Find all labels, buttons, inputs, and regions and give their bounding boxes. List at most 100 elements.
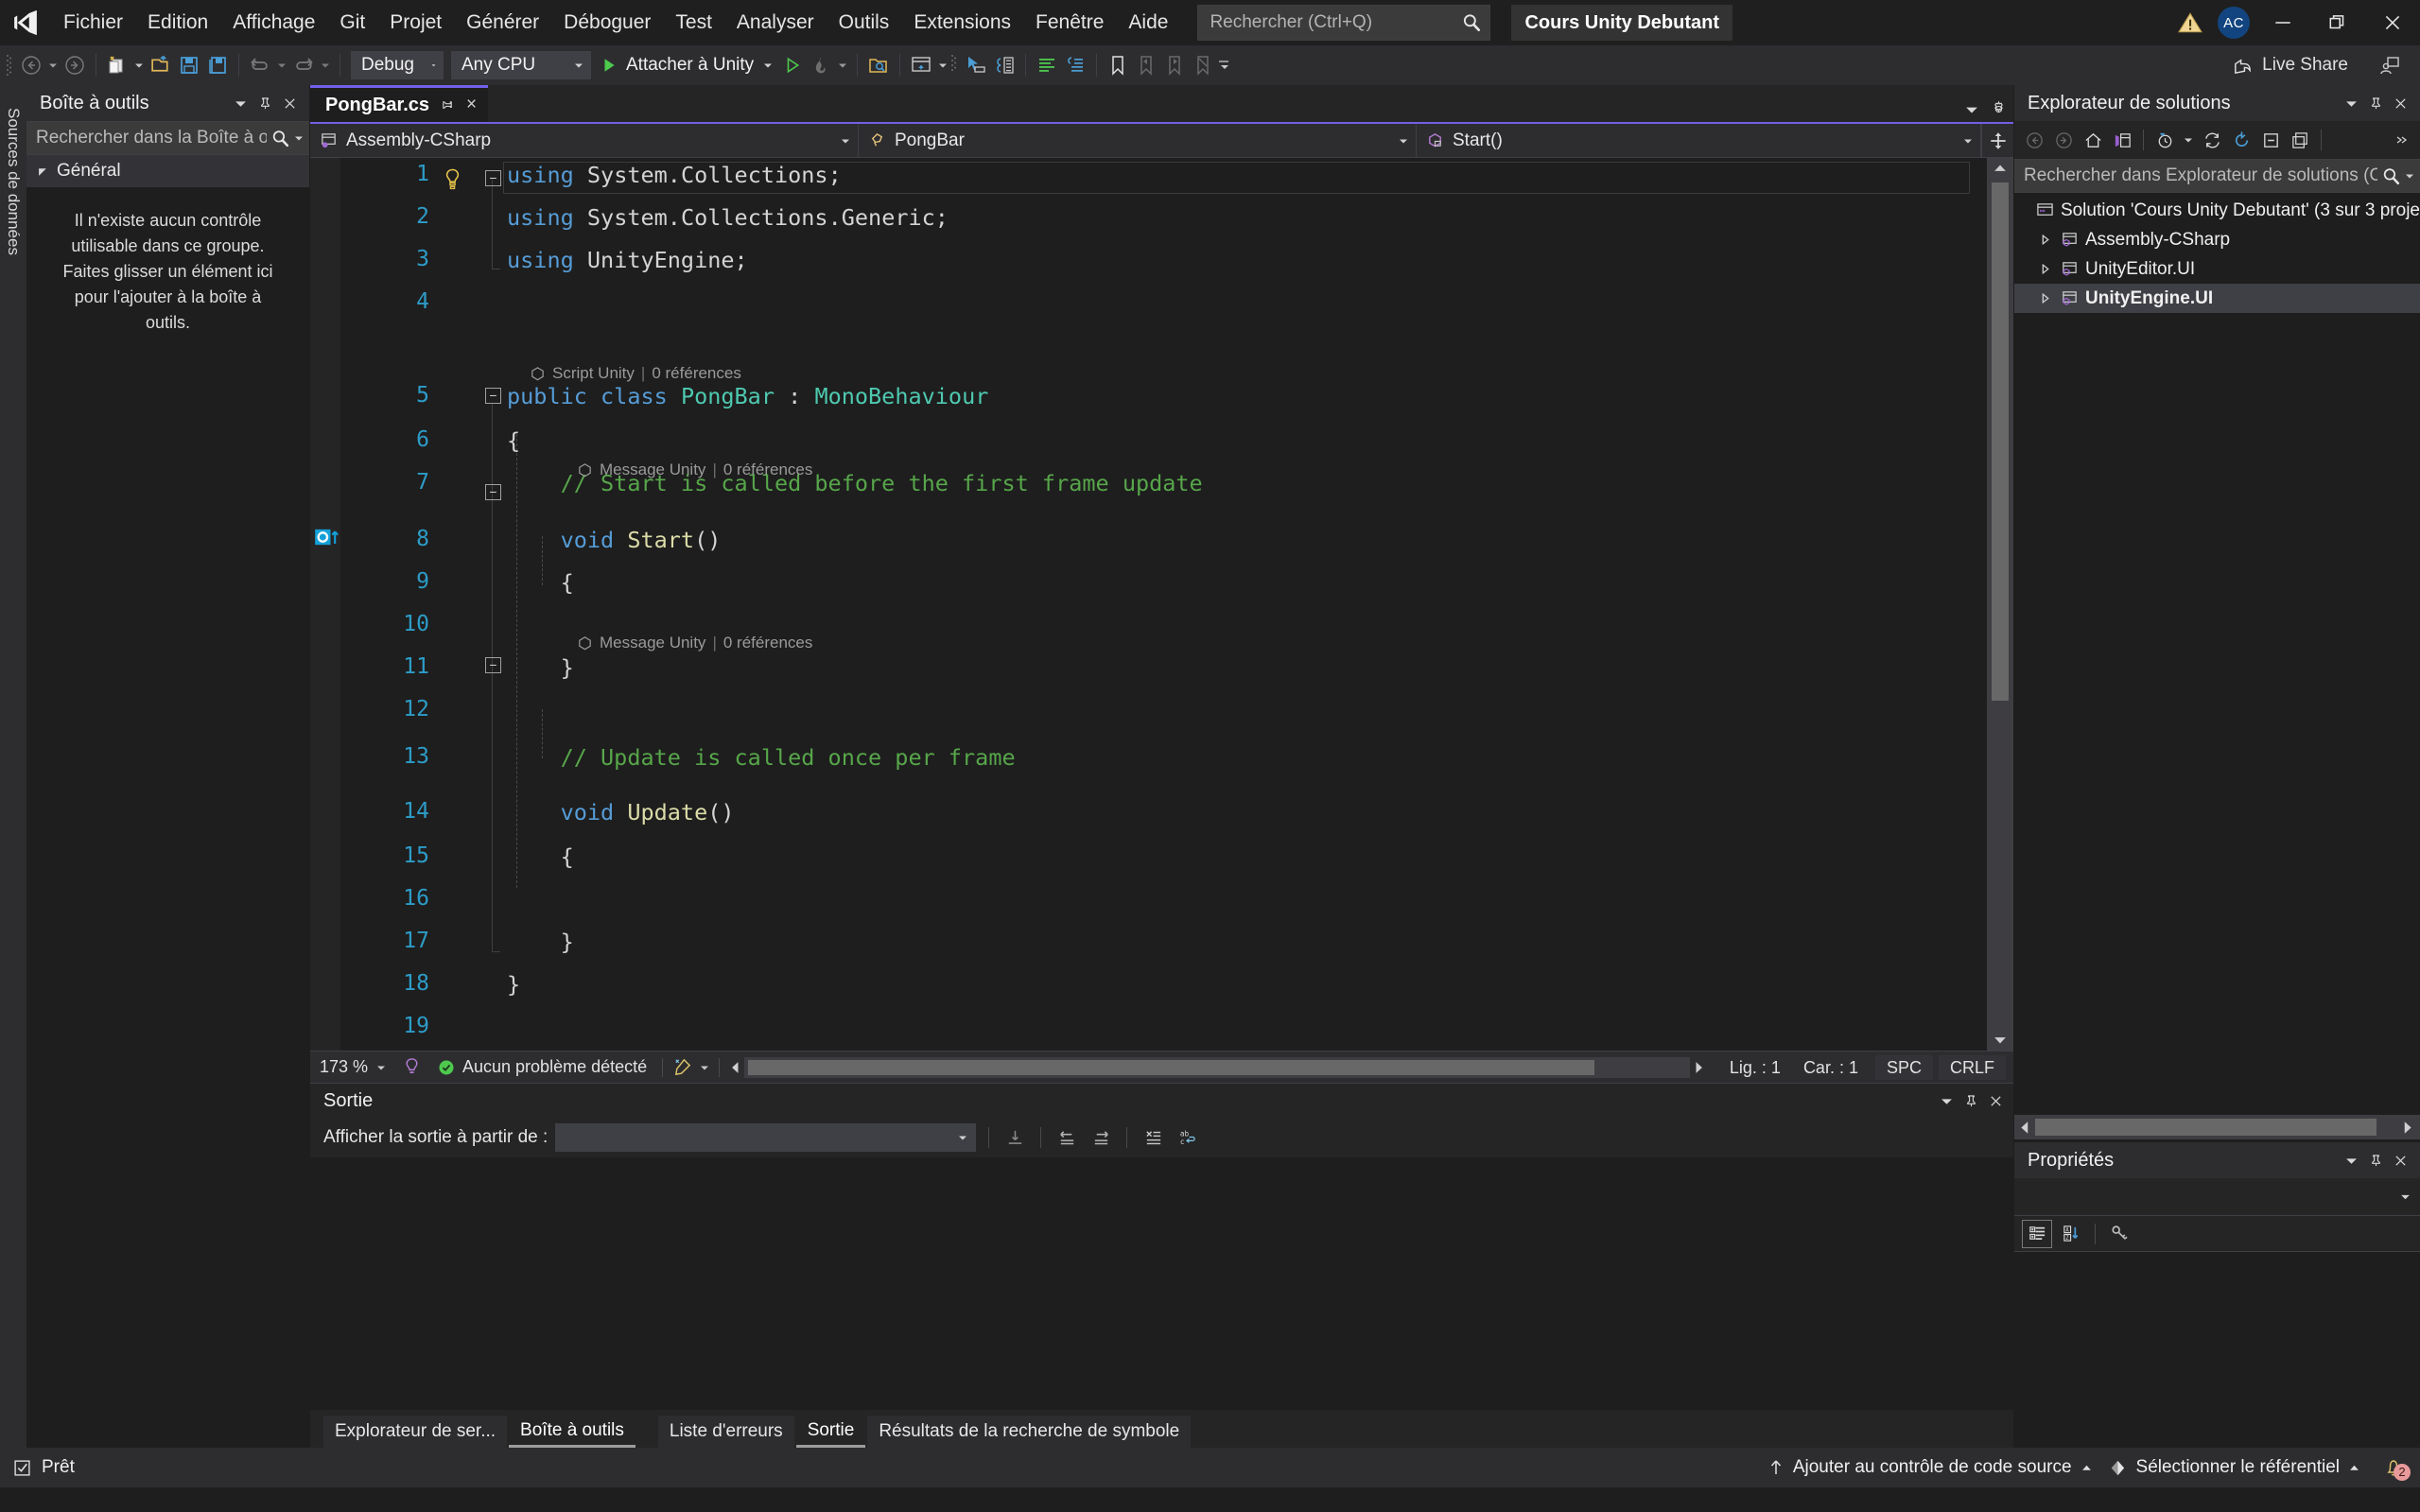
next-bookmark-icon[interactable] [1160, 49, 1189, 81]
navbar-member-dropdown[interactable]: Start() [1417, 124, 1981, 157]
tab-sortie[interactable]: Sortie [795, 1416, 866, 1448]
menu-aide[interactable]: Aide [1116, 0, 1180, 45]
fold-box-line8[interactable]: − [485, 484, 501, 500]
hot-reload-icon[interactable] [807, 49, 835, 81]
comment-lines-icon[interactable] [1033, 49, 1061, 81]
navbar-member-caret-icon[interactable] [1963, 136, 1973, 146]
document-tab-pongbar[interactable]: PongBar.cs × [310, 85, 489, 122]
codelens-message-unity-update[interactable]: Message Unity | 0 références [577, 634, 812, 652]
previous-message-icon[interactable] [1053, 1123, 1080, 1152]
properties-menu-icon[interactable] [2339, 1147, 2363, 1173]
se-back-icon[interactable] [2020, 125, 2048, 155]
toolbox-menu-icon[interactable] [228, 90, 252, 116]
solution-explorer-hscrollbar[interactable] [2014, 1115, 2420, 1139]
editor-vertical-scrollbar[interactable] [1987, 158, 2013, 1051]
intellicode-icon[interactable] [403, 1057, 421, 1077]
toolbox-close-icon[interactable] [277, 90, 302, 116]
se-refresh-icon[interactable] [2227, 125, 2255, 155]
code-cleanup-dropdown-icon[interactable] [700, 1063, 709, 1072]
toolbox-search-dropdown-icon[interactable] [294, 133, 304, 143]
scroll-down-arrow-icon[interactable] [1987, 1030, 2013, 1051]
se-switch-views-icon[interactable] [2108, 125, 2136, 155]
select-repository-button[interactable]: Sélectionner le référentiel [2109, 1457, 2359, 1478]
code-line[interactable]: { [507, 569, 574, 596]
hot-reload-dropdown[interactable] [835, 49, 850, 81]
code-cleanup-icon[interactable] [672, 1057, 692, 1077]
tab-explorateur-de-serveurs[interactable]: Explorateur de ser... [323, 1416, 508, 1448]
toggle-bookmark-icon[interactable] [1104, 49, 1132, 81]
live-share-button[interactable]: Live Share [2232, 45, 2348, 85]
solution-tree-node[interactable]: Solution 'Cours Unity Debutant' (3 sur 3… [2014, 196, 2420, 225]
solution-tree-node[interactable]: UnityEngine.UI [2014, 284, 2420, 313]
word-wrap-icon[interactable]: ab c [1174, 1123, 1200, 1152]
go-to-definition-icon[interactable] [962, 49, 990, 81]
close-button[interactable] [2365, 0, 2420, 45]
window-layout-icon[interactable] [907, 49, 935, 81]
warning-icon[interactable] [2168, 0, 2212, 45]
toolbar-overflow-button[interactable] [1217, 49, 1232, 81]
line-ending-indicator[interactable]: CRLF [1938, 1054, 2006, 1080]
code-editor[interactable]: 1 using System.Collections; 2 using System.… [310, 158, 2013, 1051]
navigate-backward-button[interactable] [17, 49, 45, 81]
navigate-forward-button[interactable] [61, 49, 89, 81]
next-message-icon[interactable] [1088, 1123, 1114, 1152]
menu-test[interactable]: Test [663, 0, 724, 45]
editor-zoom-combo[interactable]: 173 % [310, 1057, 403, 1077]
tab-boite-a-outils[interactable]: Boîte à outils [509, 1416, 635, 1448]
navbar-project-dropdown[interactable]: Assembly-CSharp [310, 124, 859, 157]
code-line[interactable]: } [507, 654, 574, 681]
new-project-icon[interactable] [103, 49, 131, 81]
properties-categorized-icon[interactable] [2022, 1219, 2052, 1248]
se-pending-changes-icon[interactable] [2150, 125, 2179, 155]
toolbox-group-general[interactable]: Général [26, 155, 309, 187]
redo-icon[interactable] [289, 49, 318, 81]
output-close-icon[interactable] [1983, 1087, 2008, 1114]
code-line[interactable]: } [507, 971, 520, 998]
search-input[interactable] [1210, 12, 1462, 33]
solution-explorer-search-input[interactable] [2024, 165, 2377, 186]
new-project-dropdown[interactable] [131, 49, 147, 81]
find-message-icon[interactable] [1001, 1123, 1028, 1152]
menu-generer[interactable]: Générer [454, 0, 551, 45]
quick-search-box[interactable] [1197, 5, 1491, 41]
se-show-all-files-icon[interactable] [2286, 125, 2314, 155]
scroll-up-arrow-icon[interactable] [1987, 158, 2013, 179]
se-forward-icon[interactable] [2049, 125, 2078, 155]
codelens-script-unity[interactable]: Script Unity | 0 références [530, 364, 741, 383]
code-line[interactable]: { [507, 843, 574, 870]
menu-deboguer[interactable]: Déboguer [551, 0, 663, 45]
menu-projet[interactable]: Projet [377, 0, 454, 45]
properties-grid[interactable] [2014, 1252, 2420, 1448]
editor-hscroll-thumb[interactable] [748, 1059, 1595, 1075]
code-text-area[interactable]: 1 using System.Collections; 2 using System.… [340, 158, 1987, 1051]
minimize-button[interactable] [2255, 0, 2310, 45]
menu-analyser[interactable]: Analyser [724, 0, 827, 45]
se-hscroll-thumb[interactable] [2035, 1119, 2376, 1136]
redo-dropdown[interactable] [318, 49, 333, 81]
live-share-session-icon[interactable] [2378, 45, 2401, 85]
navbar-type-caret-icon[interactable] [1399, 136, 1408, 146]
code-line[interactable]: public class PongBar : MonoBehaviour [507, 383, 988, 409]
editor-settings-gear-icon[interactable] [1990, 100, 2008, 118]
se-home-icon[interactable] [2079, 125, 2107, 155]
toolbar-grip-2[interactable] [950, 53, 962, 78]
indentation-indicator[interactable]: SPC [1874, 1054, 1933, 1080]
tab-pin-icon[interactable] [441, 98, 455, 113]
fold-box-line5[interactable]: − [485, 388, 501, 404]
tab-liste-d-erreurs[interactable]: Liste d'erreurs [657, 1416, 794, 1448]
problems-indicator[interactable]: Aucun problème détecté [432, 1057, 653, 1077]
tab-overflow-icon[interactable] [1965, 103, 1978, 116]
solution-tree[interactable]: Solution 'Cours Unity Debutant' (3 sur 3… [2014, 193, 2420, 1115]
search-in-folder-icon[interactable] [864, 49, 893, 81]
navbar-project-caret-icon[interactable] [841, 136, 850, 146]
chevron-right-icon[interactable] [2035, 292, 2054, 304]
quick-actions-lightbulb-icon[interactable] [443, 167, 462, 192]
chevron-right-icon[interactable] [2035, 234, 2054, 246]
toolbox-search-input[interactable] [36, 128, 267, 148]
editor-scroll-thumb[interactable] [1992, 182, 2009, 701]
output-menu-icon[interactable] [1934, 1087, 1959, 1114]
toolbox-pin-icon[interactable] [252, 90, 277, 116]
previous-bookmark-icon[interactable] [1132, 49, 1160, 81]
solution-explorer-search[interactable] [2014, 159, 2420, 193]
se-sync-icon[interactable] [2198, 125, 2226, 155]
